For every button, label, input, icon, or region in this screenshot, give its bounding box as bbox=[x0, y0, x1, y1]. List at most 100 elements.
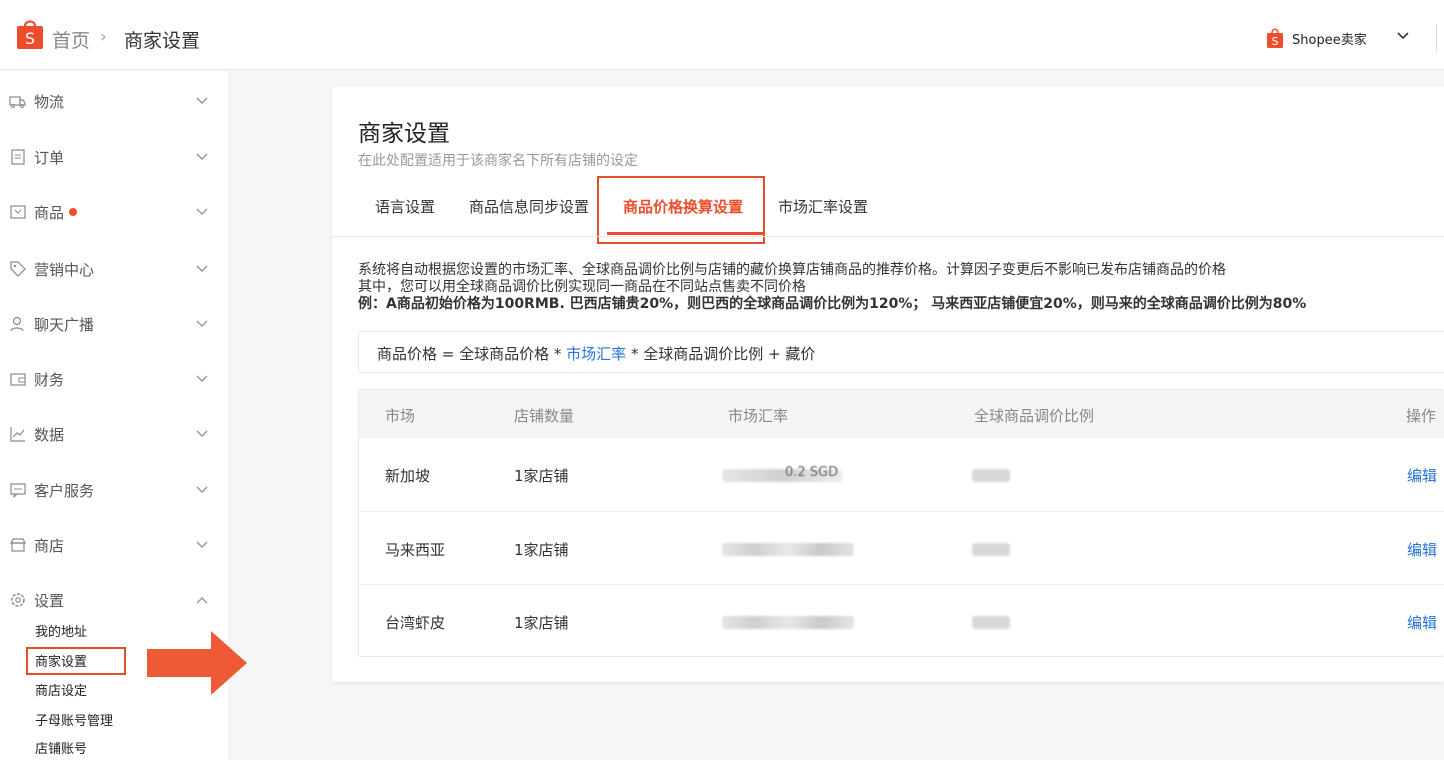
edit-link[interactable]: 编辑 bbox=[1407, 539, 1437, 560]
table-row: 台湾虾皮 1家店铺 编辑 bbox=[359, 584, 1444, 657]
column-header: 市场 bbox=[385, 407, 416, 425]
exchange-rate-cell: 0.2 SGD bbox=[785, 465, 839, 480]
sidebar-item-marketing[interactable]: 营销中心 bbox=[0, 254, 228, 284]
breadcrumb-home[interactable]: 首页 bbox=[52, 26, 90, 53]
clipboard-icon bbox=[11, 149, 25, 165]
page-subtitle: 在此处配置适用于该商家名下所有店铺的设定 bbox=[358, 153, 638, 169]
sidebar-item-label: 订单 bbox=[34, 148, 65, 167]
price-formula: 商品价格 = 全球商品价格 * 市场汇率 * 全球商品调价比例 + 藏价 bbox=[358, 331, 1444, 373]
tab-language[interactable]: 语言设置 bbox=[375, 196, 435, 217]
sidebar-item-finance[interactable]: 财务 bbox=[0, 364, 228, 394]
description: 系统将自动根据您设置的市场汇率、全球商品调价比例与店铺的藏价换算店铺商品的推荐价… bbox=[358, 262, 1306, 313]
arrow-right-icon bbox=[147, 631, 247, 695]
top-bar: S 首页 › 商家设置 S Shopee卖家 bbox=[0, 0, 1444, 70]
tab-product-sync[interactable]: 商品信息同步设置 bbox=[469, 196, 589, 217]
tab-exchange-rate[interactable]: 市场汇率设置 bbox=[778, 196, 868, 217]
sidebar-item-label: 数据 bbox=[34, 425, 65, 444]
sidebar-item-label: 设置 bbox=[34, 591, 65, 610]
chevron-down-icon bbox=[196, 265, 208, 273]
market-cell: 马来西亚 bbox=[385, 541, 446, 559]
svg-text:S: S bbox=[25, 29, 35, 48]
redacted-value bbox=[972, 469, 1010, 482]
tag-icon bbox=[10, 261, 26, 277]
divider bbox=[1436, 24, 1437, 52]
breadcrumb-current: 商家设置 bbox=[124, 30, 201, 52]
sidebar-item-label: 物流 bbox=[34, 92, 65, 111]
page-title: 商家设置 bbox=[358, 121, 450, 147]
merchant-settings-card: 商家设置 在此处配置适用于该商家名下所有店铺的设定 语言设置 商品信息同步设置 … bbox=[332, 86, 1444, 682]
formula-text: 商品价格 = 全球商品价格 * bbox=[377, 345, 567, 363]
chat-icon bbox=[10, 483, 26, 499]
sidebar-item-data[interactable]: 数据 bbox=[0, 419, 228, 449]
sidebar-item-label: 商店 bbox=[34, 536, 65, 555]
shop-count-cell: 1家店铺 bbox=[514, 614, 569, 632]
seller-name: Shopee卖家 bbox=[1292, 32, 1367, 48]
description-example: 例：A商品初始价格为100RMB. 巴西店铺贵20%，则巴西的全球商品调价比例为… bbox=[358, 296, 1307, 312]
description-line: 系统将自动根据您设置的市场汇率、全球商品调价比例与店铺的藏价换算店铺商品的推荐价… bbox=[358, 262, 1226, 278]
formula-text: * 全球商品调价比例 + 藏价 bbox=[626, 345, 816, 363]
truck-icon bbox=[9, 96, 26, 108]
sidebar-item-label: 商品 bbox=[34, 203, 65, 222]
chat-user-icon bbox=[10, 316, 24, 332]
sidebar-item-orders[interactable]: 订单 bbox=[0, 142, 228, 172]
table-row: 马来西亚 1家店铺 编辑 bbox=[359, 511, 1444, 584]
store-icon bbox=[10, 538, 26, 552]
shopee-logo[interactable]: S bbox=[16, 18, 44, 50]
edit-link[interactable]: 编辑 bbox=[1407, 612, 1437, 633]
sidebar-item-products[interactable]: 商品 bbox=[0, 197, 228, 227]
chevron-up-icon bbox=[196, 596, 208, 604]
market-cell: 新加坡 bbox=[385, 467, 431, 485]
column-header: 操作 bbox=[1406, 407, 1437, 425]
sidebar-subitem-my-address[interactable]: 我的地址 bbox=[35, 621, 87, 640]
sidebar: 物流 订单 商品 营销中心 聊天广播 财务 数据 客户服务 商店 设置 我的地址… bbox=[0, 71, 247, 760]
seller-account-menu[interactable]: S Shopee卖家 bbox=[1266, 27, 1367, 49]
edit-link[interactable]: 编辑 bbox=[1407, 465, 1437, 486]
table-header: 市场 店铺数量 市场汇率 全球商品调价比例 操作 bbox=[359, 390, 1444, 438]
sidebar-item-chat-broadcast[interactable]: 聊天广播 bbox=[0, 309, 228, 339]
shop-count-cell: 1家店铺 bbox=[514, 467, 569, 485]
chevron-down-icon bbox=[196, 375, 208, 383]
sidebar-item-label: 聊天广播 bbox=[34, 315, 95, 334]
wallet-icon bbox=[10, 373, 26, 386]
market-table: 市场 店铺数量 市场汇率 全球商品调价比例 操作 新加坡 1家店铺 0.2 SG… bbox=[358, 389, 1444, 657]
redacted-value bbox=[722, 543, 854, 556]
description-line: 其中，您可以用全球商品调价比例实现同一商品在不同站点售卖不同价格 bbox=[358, 279, 806, 295]
exchange-rate-link[interactable]: 市场汇率 bbox=[566, 345, 626, 363]
breadcrumb-separator-icon: › bbox=[100, 27, 107, 47]
highlight-box bbox=[597, 176, 765, 244]
shop-count-cell: 1家店铺 bbox=[514, 541, 569, 559]
notification-dot bbox=[69, 208, 77, 216]
table-row: 新加坡 1家店铺 0.2 SGD 编辑 bbox=[359, 438, 1444, 511]
sidebar-item-label: 财务 bbox=[34, 370, 65, 389]
sidebar-item-settings[interactable]: 设置 bbox=[0, 585, 228, 615]
column-header: 店铺数量 bbox=[514, 407, 575, 425]
column-header: 全球商品调价比例 bbox=[974, 407, 1095, 425]
sidebar-item-label: 客户服务 bbox=[34, 481, 95, 500]
gear-icon bbox=[11, 593, 25, 607]
redacted-value bbox=[972, 616, 1010, 629]
sidebar-item-logistics[interactable]: 物流 bbox=[0, 86, 228, 116]
chevron-down-icon bbox=[196, 97, 208, 105]
chevron-down-icon bbox=[196, 430, 208, 438]
shopee-seller-logo: S bbox=[1267, 28, 1283, 48]
sidebar-item-customer-service[interactable]: 客户服务 bbox=[0, 475, 228, 505]
chevron-down-icon bbox=[196, 486, 208, 494]
sidebar-subitem-subaccount[interactable]: 子母账号管理 bbox=[35, 710, 113, 729]
chevron-down-icon bbox=[196, 320, 208, 328]
sidebar-subitem-shop-settings[interactable]: 商店设定 bbox=[35, 680, 87, 699]
chart-icon bbox=[10, 427, 25, 442]
chevron-down-icon bbox=[196, 541, 208, 549]
sidebar-item-label: 营销中心 bbox=[34, 260, 95, 279]
box-icon bbox=[10, 205, 26, 219]
redacted-value bbox=[722, 616, 854, 629]
chevron-down-icon bbox=[196, 153, 208, 161]
chevron-down-icon[interactable] bbox=[1396, 31, 1410, 41]
sidebar-item-store[interactable]: 商店 bbox=[0, 530, 228, 560]
divider bbox=[332, 236, 1444, 237]
svg-text:S: S bbox=[1272, 35, 1279, 48]
highlight-box bbox=[26, 647, 126, 675]
sidebar-subitem-shop-account[interactable]: 店铺账号 bbox=[35, 738, 87, 757]
redacted-value bbox=[972, 543, 1010, 556]
chevron-down-icon bbox=[196, 208, 208, 216]
market-cell: 台湾虾皮 bbox=[385, 614, 446, 632]
